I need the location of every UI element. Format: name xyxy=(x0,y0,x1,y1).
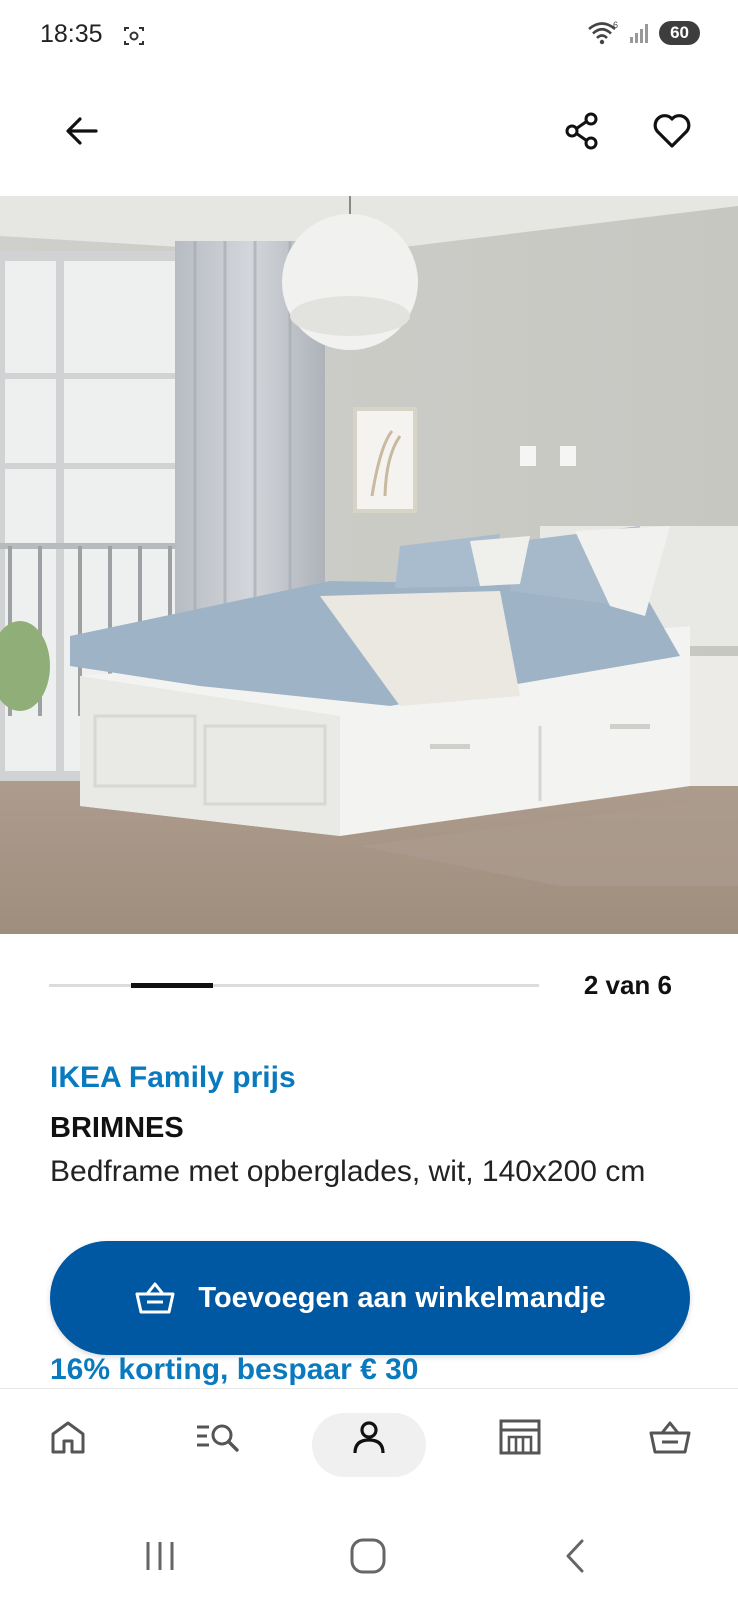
product-image[interactable] xyxy=(0,196,738,934)
product-details: IKEA Family prijs BRIMNES Bedframe met o… xyxy=(50,1058,690,1190)
nav-store[interactable] xyxy=(490,1407,550,1467)
svg-text:6: 6 xyxy=(613,20,618,30)
recent-apps-icon xyxy=(146,1542,174,1570)
profile-icon xyxy=(353,1421,385,1454)
share-button[interactable] xyxy=(554,103,610,159)
recent-apps-button[interactable] xyxy=(130,1532,190,1580)
favorite-button[interactable] xyxy=(644,103,700,159)
home-icon xyxy=(51,1421,85,1454)
basket-icon xyxy=(135,1282,175,1314)
signal-icon xyxy=(630,24,649,43)
status-indicators: 6 60 xyxy=(587,20,700,46)
discount-label: 16% korting, bespaar € 30 xyxy=(50,1353,419,1386)
status-bar: 18:35 6 60 xyxy=(0,0,738,70)
back-system-button[interactable] xyxy=(546,1532,606,1580)
carousel-thumb[interactable] xyxy=(131,983,213,988)
product-name: BRIMNES xyxy=(50,1112,184,1144)
product-photo xyxy=(0,196,738,934)
arrow-left-icon xyxy=(66,117,98,145)
share-icon xyxy=(565,112,598,150)
home-system-button[interactable] xyxy=(338,1532,398,1580)
status-time: 18:35 xyxy=(40,20,103,48)
nav-profile[interactable] xyxy=(339,1407,399,1467)
search-list-icon xyxy=(197,1424,239,1452)
store-icon xyxy=(499,1419,541,1455)
battery-indicator: 60 xyxy=(659,21,700,45)
system-navigation-bar xyxy=(0,1500,738,1600)
home-square-icon xyxy=(350,1538,386,1574)
image-counter: 2 van 6 xyxy=(583,970,672,1000)
heart-icon xyxy=(653,114,691,148)
bottom-navigation xyxy=(0,1388,738,1493)
carousel-track[interactable] xyxy=(49,983,539,988)
add-to-cart-label: Toevoegen aan winkelmandje xyxy=(198,1281,606,1314)
nav-basket[interactable] xyxy=(640,1407,700,1467)
add-to-cart-button[interactable]: Toevoegen aan winkelmandje xyxy=(50,1241,690,1355)
screenshot-indicator-icon xyxy=(124,27,144,45)
nav-search[interactable] xyxy=(188,1407,248,1467)
chevron-left-icon xyxy=(566,1539,584,1573)
family-price-label: IKEA Family prijs xyxy=(50,1061,296,1094)
product-description: Bedframe met opberglades, wit, 140x200 c… xyxy=(50,1155,646,1188)
wifi-icon: 6 xyxy=(588,20,618,45)
back-button[interactable] xyxy=(54,103,110,159)
nav-home[interactable] xyxy=(38,1407,98,1467)
app-header xyxy=(0,95,738,165)
basket-icon xyxy=(649,1421,691,1454)
image-carousel-indicator: 2 van 6 xyxy=(0,960,738,1010)
